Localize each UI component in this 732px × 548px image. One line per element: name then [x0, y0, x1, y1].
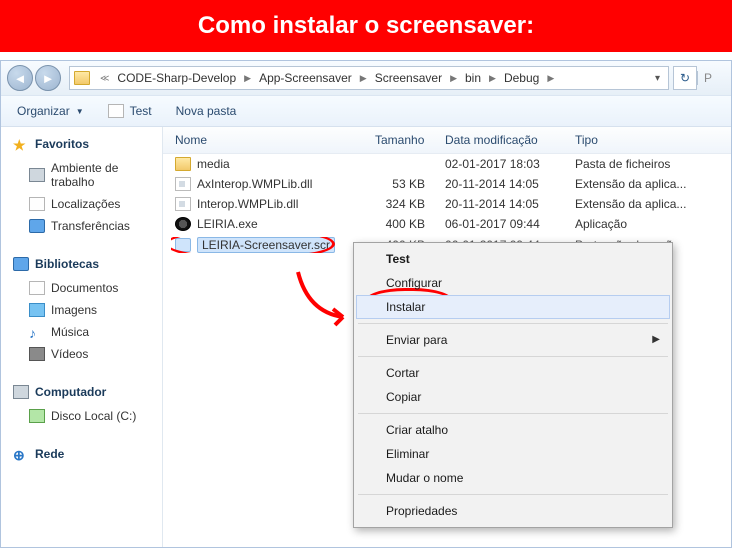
chevron-right-icon: ▶ [652, 334, 660, 345]
menu-item-rename[interactable]: Mudar o nome [356, 466, 670, 490]
col-date[interactable]: Data modificação [441, 133, 571, 147]
sidebar-group-libraries[interactable]: Bibliotecas [1, 255, 162, 277]
network-icon: ⊕ [13, 447, 29, 461]
toolbar: Organizar ▼ Test Nova pasta [1, 96, 731, 127]
downloads-icon [29, 219, 45, 233]
page-icon [108, 104, 124, 118]
explorer-window: ◄ ► ≪ CODE-Sharp-Develop ▶ App-Screensav… [0, 60, 732, 548]
menu-item-configure[interactable]: Configurar [356, 271, 670, 295]
menu-item-delete[interactable]: Eliminar [356, 442, 670, 466]
address-bar: ◄ ► ≪ CODE-Sharp-Develop ▶ App-Screensav… [1, 61, 731, 96]
col-size[interactable]: Tamanho [371, 133, 441, 147]
computer-icon [13, 385, 29, 399]
sidebar-item-documents[interactable]: Documentos [1, 277, 162, 299]
crumb[interactable]: Screensaver [371, 71, 446, 85]
chevron-icon: ≪ [96, 73, 113, 84]
menu-item-properties[interactable]: Propriedades [356, 499, 670, 523]
menu-item-shortcut[interactable]: Criar atalho [356, 418, 670, 442]
image-icon [29, 303, 45, 317]
organize-button[interactable]: Organizar ▼ [17, 104, 84, 118]
star-icon: ★ [13, 137, 29, 151]
nav-back-button[interactable]: ◄ [7, 65, 33, 91]
library-icon [13, 257, 29, 271]
menu-item-install[interactable]: Instalar [356, 295, 670, 319]
new-folder-button[interactable]: Nova pasta [176, 104, 237, 118]
sidebar-group-computer[interactable]: Computador [1, 383, 162, 405]
test-button[interactable]: Test [108, 104, 152, 118]
folder-icon [175, 157, 191, 171]
file-row[interactable]: LEIRIA.exe 400 KB 06-01-2017 09:44 Aplic… [163, 214, 731, 234]
sidebar-group-favorites[interactable]: ★Favoritos [1, 135, 162, 157]
chevron-right-icon: ▶ [543, 73, 558, 84]
exe-icon [175, 217, 191, 231]
chevron-right-icon: ▶ [356, 73, 371, 84]
instruction-banner: Como instalar o screensaver: [0, 0, 732, 52]
sidebar-item-local-disk[interactable]: Disco Local (C:) [1, 405, 162, 427]
locations-icon [29, 197, 45, 211]
col-type[interactable]: Tipo [571, 133, 721, 147]
file-list: Nome Tamanho Data modificação Tipo media… [163, 127, 731, 547]
scr-icon [175, 238, 191, 252]
menu-item-test[interactable]: Test [356, 247, 670, 271]
refresh-button[interactable]: ↻ [673, 66, 697, 90]
chevron-down-icon: ▼ [76, 107, 84, 116]
context-menu: Test Configurar Instalar Enviar para▶ Co… [353, 242, 673, 528]
chevron-right-icon: ▶ [240, 73, 255, 84]
menu-item-copy[interactable]: Copiar [356, 385, 670, 409]
dll-icon [175, 197, 191, 211]
menu-separator [358, 356, 668, 357]
sidebar-item-images[interactable]: Imagens [1, 299, 162, 321]
desktop-icon [29, 168, 45, 182]
sidebar-item-locations[interactable]: Localizações [1, 193, 162, 215]
file-row[interactable]: AxInterop.WMPLib.dll 53 KB 20-11-2014 14… [163, 174, 731, 194]
folder-icon [74, 71, 90, 85]
sidebar-item-music[interactable]: ♪Música [1, 321, 162, 343]
document-icon [29, 281, 45, 295]
crumb[interactable]: App-Screensaver [255, 71, 356, 85]
crumb[interactable]: bin [461, 71, 485, 85]
sidebar-item-downloads[interactable]: Transferências [1, 215, 162, 237]
chevron-right-icon: ▶ [446, 73, 461, 84]
chevron-right-icon: ▶ [485, 73, 500, 84]
column-headers[interactable]: Nome Tamanho Data modificação Tipo [163, 127, 731, 154]
file-row[interactable]: media 02-01-2017 18:03 Pasta de ficheiro… [163, 154, 731, 174]
music-icon: ♪ [29, 325, 45, 339]
menu-separator [358, 494, 668, 495]
crumb[interactable]: Debug [500, 71, 543, 85]
sidebar-group-network[interactable]: ⊕Rede [1, 445, 162, 467]
search-input[interactable]: P [697, 71, 725, 85]
disk-icon [29, 409, 45, 423]
file-row[interactable]: Interop.WMPLib.dll 324 KB 20-11-2014 14:… [163, 194, 731, 214]
sidebar-item-videos[interactable]: Vídeos [1, 343, 162, 365]
menu-item-sendto[interactable]: Enviar para▶ [356, 328, 670, 352]
sidebar: ★Favoritos Ambiente de trabalho Localiza… [1, 127, 163, 547]
dll-icon [175, 177, 191, 191]
menu-separator [358, 413, 668, 414]
sidebar-item-desktop[interactable]: Ambiente de trabalho [1, 157, 162, 193]
dropdown-icon[interactable]: ▾ [655, 73, 664, 84]
crumb[interactable]: CODE-Sharp-Develop [113, 71, 240, 85]
video-icon [29, 347, 45, 361]
menu-item-cut[interactable]: Cortar [356, 361, 670, 385]
nav-forward-button[interactable]: ► [35, 65, 61, 91]
menu-separator [358, 323, 668, 324]
breadcrumb[interactable]: ≪ CODE-Sharp-Develop ▶ App-Screensaver ▶… [69, 66, 669, 90]
col-name[interactable]: Nome [171, 133, 371, 147]
